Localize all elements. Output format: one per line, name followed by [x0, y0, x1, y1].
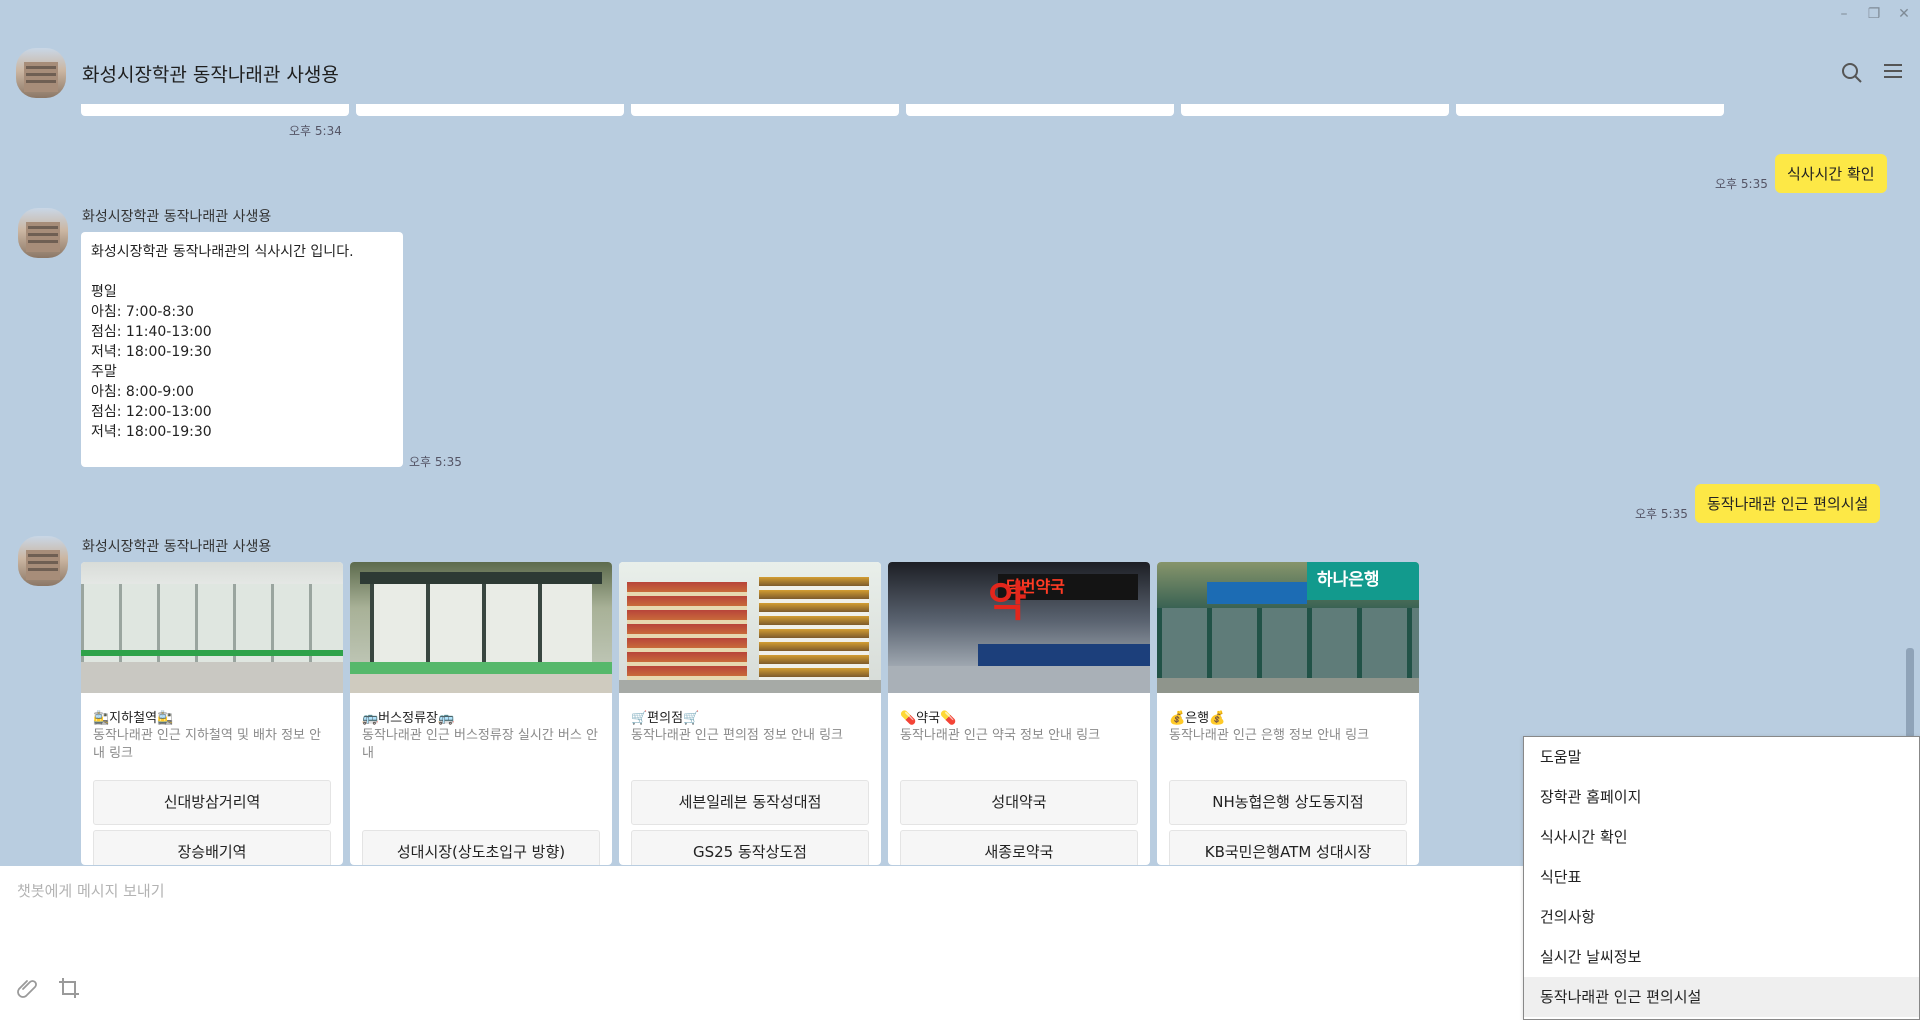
sender-name: 화성시장학관 동작나래관 사생용: [82, 539, 272, 555]
my-message-bubble[interactable]: 동작나래관 인근 편의시설: [1695, 484, 1881, 523]
chat-scrollbar[interactable]: [1906, 648, 1914, 738]
paperclip-icon[interactable]: [15, 976, 41, 1002]
chat-title: 화성시장학관 동작나래관 사생용: [82, 64, 339, 86]
message-time: 오후 5:35: [409, 455, 462, 469]
subway-station-image[interactable]: [81, 562, 343, 693]
bot-message-bubble[interactable]: 화성시장학관 동작나래관의 식사시간 입니다. 평일 아침: 7:00-8:30…: [81, 232, 403, 467]
bot-avatar[interactable]: [18, 208, 68, 258]
quick-menu-item-homepage[interactable]: 장학관 홈페이지: [1524, 777, 1919, 817]
chat-header: 화성시장학관 동작나래관 사생용: [0, 0, 1920, 110]
quick-menu-item-nearby-facilities[interactable]: 동작나래관 인근 편의시설: [1524, 977, 1919, 1017]
card-description: 동작나래관 인근 은행 정보 안내 링크: [1169, 728, 1370, 743]
card-button[interactable]: 신대방삼거리역: [93, 780, 331, 825]
card-button[interactable]: 성대약국: [900, 780, 1138, 825]
card-title: 💰은행💰: [1169, 711, 1226, 726]
card-button[interactable]: GS25 동작상도점: [631, 830, 869, 865]
previous-card: [906, 104, 1174, 116]
bank-image[interactable]: 하나은행: [1157, 562, 1419, 693]
bus-stop-image[interactable]: [350, 562, 612, 693]
card-button[interactable]: NH농협은행 상도동지점: [1169, 780, 1407, 825]
previous-card-carousel: [81, 104, 1724, 116]
card-title: 🚌버스정류장🚌: [362, 711, 455, 726]
search-icon[interactable]: [1840, 62, 1864, 86]
previous-card: [1181, 104, 1449, 116]
card-title: 🚉지하철역🚉: [93, 711, 174, 726]
my-message-bubble[interactable]: 식사시간 확인: [1775, 154, 1887, 193]
quick-menu-item-menu-table[interactable]: 식단표: [1524, 857, 1919, 897]
message-time: 오후 5:35: [1635, 507, 1688, 521]
convenience-store-image[interactable]: [619, 562, 881, 693]
card-description: 동작나래관 인근 지하철역 및 배차 정보 안내 링크: [93, 728, 322, 761]
previous-card: [81, 104, 349, 116]
card-button[interactable]: 새종로약국: [900, 830, 1138, 865]
facility-card-carousel: 🚉지하철역🚉 동작나래관 인근 지하철역 및 배차 정보 안내 링크 신대방삼거…: [81, 562, 1426, 865]
chat-avatar[interactable]: [16, 48, 66, 98]
pharmacy-sign: 약: [988, 577, 1027, 626]
quick-menu-item-suggestions[interactable]: 건의사항: [1524, 897, 1919, 937]
message-time: 오후 5:35: [1715, 177, 1768, 191]
card-title: 💊약국💊: [900, 711, 957, 726]
card-button[interactable]: 장승배기역: [93, 830, 331, 865]
message-input[interactable]: 챗봇에게 메시지 보내기: [17, 880, 165, 901]
card-button[interactable]: 성대시장(상도초입구 방향): [362, 830, 600, 865]
crop-icon[interactable]: [56, 976, 82, 1002]
card-button[interactable]: 세븐일레븐 동작성대점: [631, 780, 869, 825]
hamburger-menu-icon[interactable]: [1881, 62, 1905, 86]
quick-menu-item-meal-time[interactable]: 식사시간 확인: [1524, 817, 1919, 857]
facility-card-convenience-store: 🛒편의점🛒 동작나래관 인근 편의점 정보 안내 링크 세븐일레븐 동작성대점 …: [619, 562, 881, 865]
card-title: 🛒편의점🛒: [631, 711, 700, 726]
card-description: 동작나래관 인근 약국 정보 안내 링크: [900, 728, 1101, 743]
quick-menu-item-help[interactable]: 도움말: [1524, 737, 1919, 777]
pharmacy-image[interactable]: 당번약국 약: [888, 562, 1150, 693]
message-time: 오후 5:34: [289, 124, 342, 138]
sender-name: 화성시장학관 동작나래관 사생용: [82, 209, 272, 225]
quick-reply-menu: 도움말 장학관 홈페이지 식사시간 확인 식단표 건의사항 실시간 날씨정보 동…: [1523, 736, 1920, 1020]
quick-menu-item-weather[interactable]: 실시간 날씨정보: [1524, 937, 1919, 977]
previous-card: [631, 104, 899, 116]
facility-card-bus: 🚌버스정류장🚌 동작나래관 인근 버스정류장 실시간 버스 안내 성대시장(상도…: [350, 562, 612, 865]
facility-card-pharmacy: 당번약국 약 💊약국💊 동작나래관 인근 약국 정보 안내 링크 성대약국 새종…: [888, 562, 1150, 865]
previous-card: [1456, 104, 1724, 116]
previous-card: [356, 104, 624, 116]
card-button[interactable]: KB국민은행ATM 성대시장: [1169, 830, 1407, 865]
card-description: 동작나래관 인근 버스정류장 실시간 버스 안내: [362, 728, 598, 761]
card-description: 동작나래관 인근 편의점 정보 안내 링크: [631, 728, 844, 743]
facility-card-subway: 🚉지하철역🚉 동작나래관 인근 지하철역 및 배차 정보 안내 링크 신대방삼거…: [81, 562, 343, 865]
bank-sign: 하나은행: [1307, 562, 1419, 600]
bot-avatar[interactable]: [18, 536, 68, 586]
facility-card-bank: 하나은행 💰은행💰 동작나래관 인근 은행 정보 안내 링크 NH농협은행 상도…: [1157, 562, 1419, 865]
